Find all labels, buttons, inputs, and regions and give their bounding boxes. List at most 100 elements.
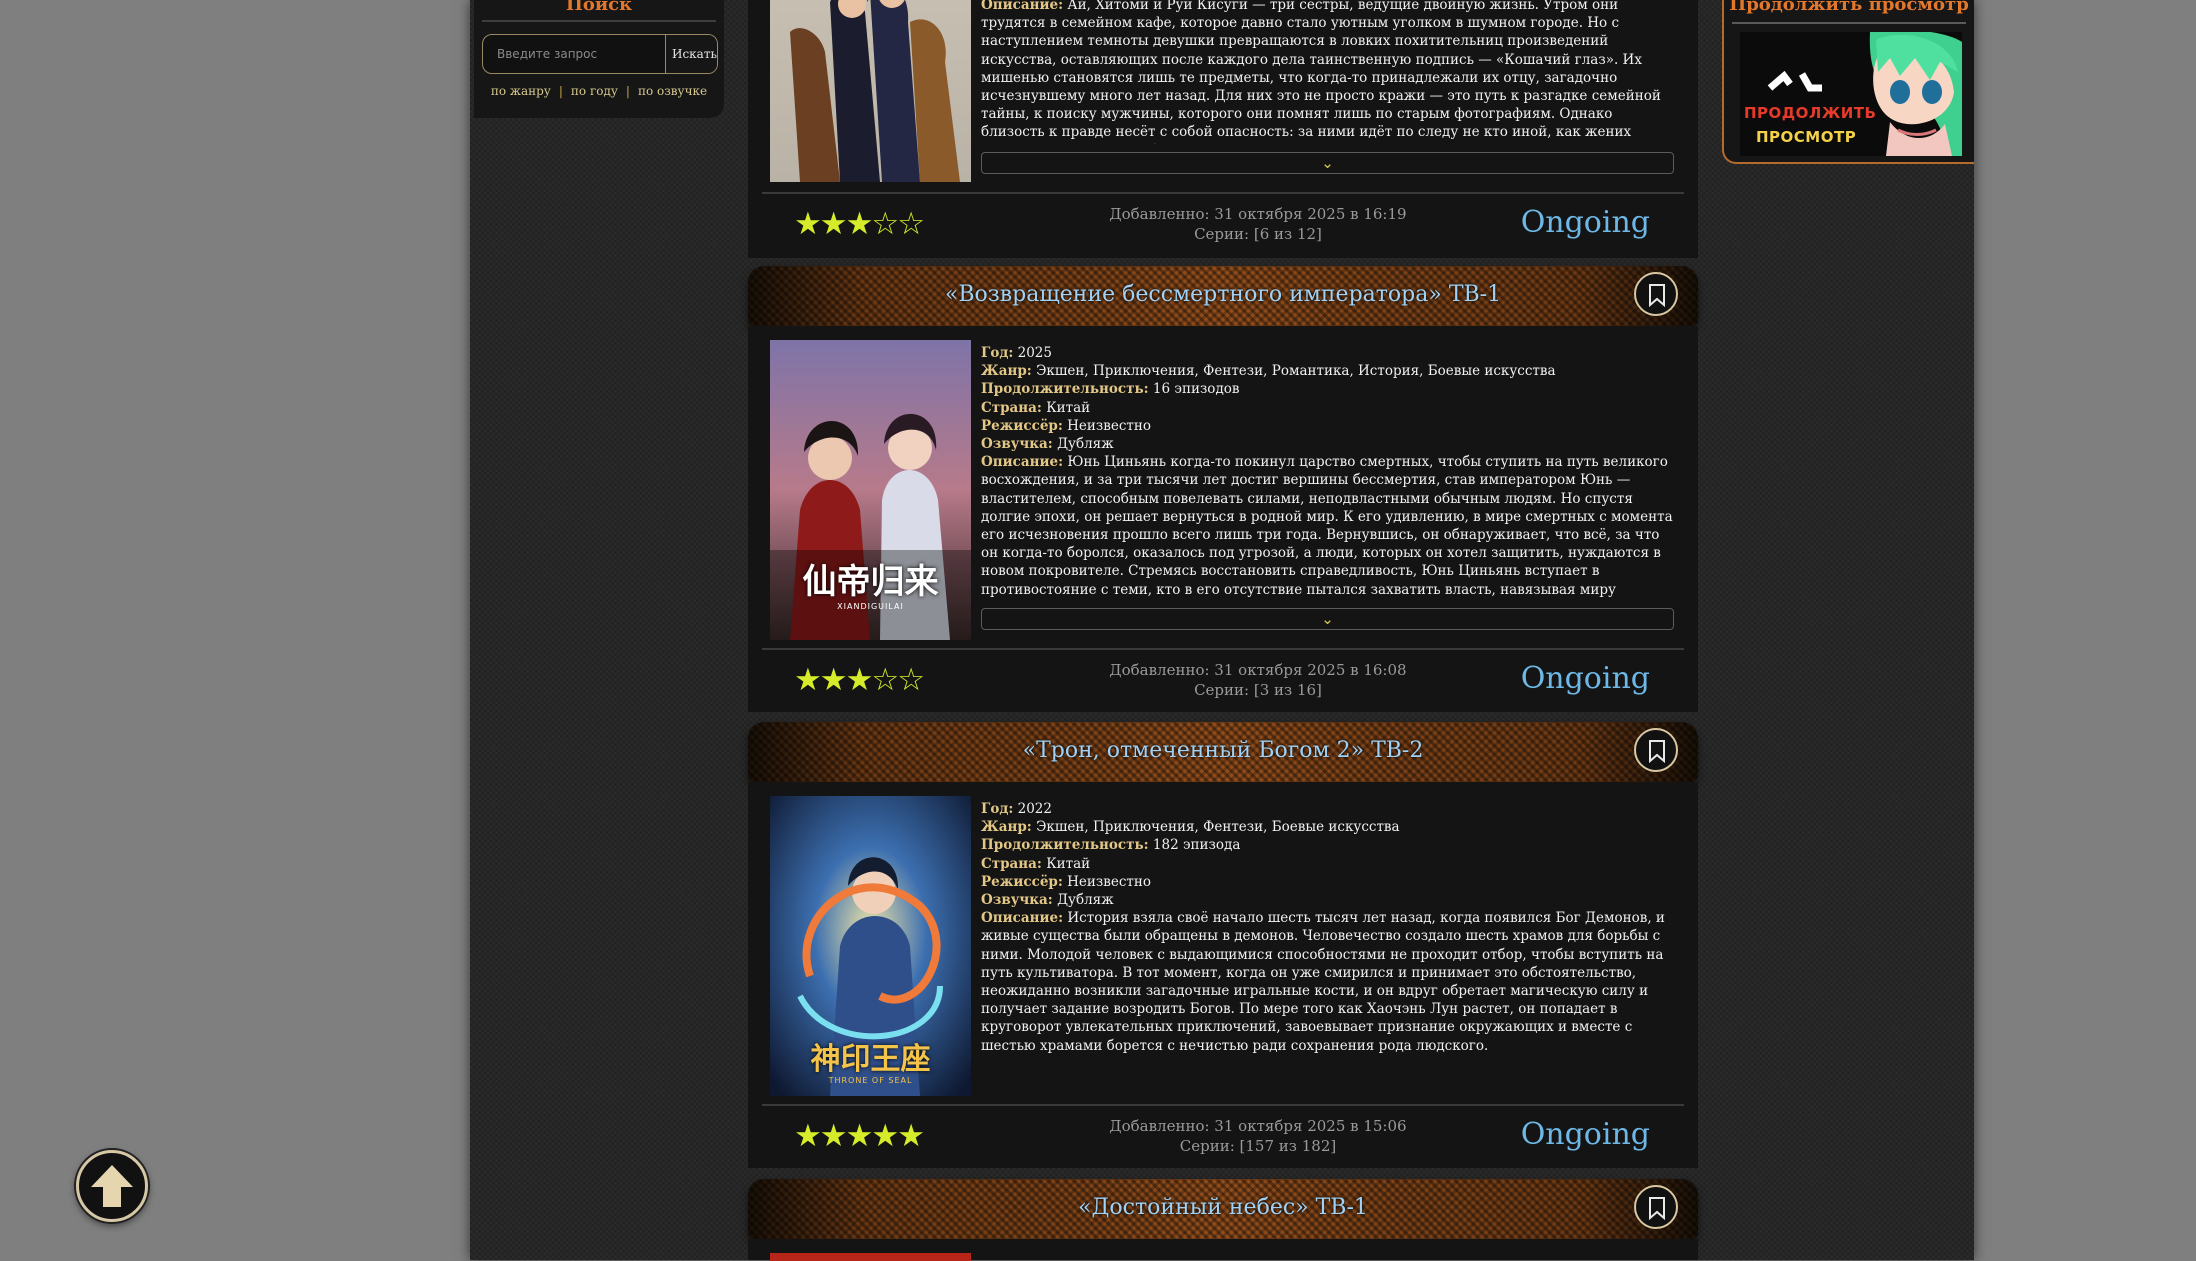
anime-title-bar: «Возвращение бессмертного императора» ТВ… xyxy=(748,266,1698,326)
anime-poster[interactable]: 神印王座 THRONE OF SEAL xyxy=(770,796,971,1096)
scroll-to-top-button[interactable] xyxy=(76,1150,148,1222)
expand-description-button[interactable]: ⌄ xyxy=(981,152,1674,174)
separator: | xyxy=(558,84,563,98)
anime-poster[interactable] xyxy=(770,0,971,182)
poster-image xyxy=(770,0,971,182)
divider xyxy=(762,192,1684,194)
anime-description: Юнь Циньянь когда-то покинул царство сме… xyxy=(981,454,1673,598)
director-value: Неизвестно xyxy=(1067,417,1152,434)
star-filled-icon[interactable]: ★ xyxy=(846,1118,874,1154)
anime-title-bar: «Достойный небес» ТВ-1 xyxy=(748,1179,1698,1239)
search-input[interactable] xyxy=(483,35,663,73)
filter-by-year-link[interactable]: по году xyxy=(571,84,618,98)
star-filled-icon[interactable]: ★ xyxy=(846,206,874,242)
continue-watching-panel: Продолжить просмотр ПРОДОЛЖИТЬ ПРОСМОТР xyxy=(1722,0,1974,164)
director-row: Режиссёр: Неизвестно xyxy=(981,417,1674,435)
search-button[interactable]: Искать xyxy=(665,35,717,73)
director-value: Неизвестно xyxy=(1067,873,1152,890)
genre-row: Жанр: Экшен, Приключения, Фентези, Роман… xyxy=(981,362,1674,380)
star-empty-icon[interactable]: ☆ xyxy=(871,662,899,698)
anime-info: Год: 2025 Жанр: Экшен, Приключения, Фент… xyxy=(981,344,1674,599)
separator: | xyxy=(625,84,630,98)
anime-card xyxy=(748,1239,1698,1261)
star-filled-icon[interactable]: ★ xyxy=(820,662,848,698)
added-info: Добавленно: 31 октября 2025 в 15:06 Сери… xyxy=(1078,1116,1438,1156)
expand-description-button[interactable]: ⌄ xyxy=(981,608,1674,630)
status-label: Ongoing xyxy=(1520,1117,1650,1152)
anime-title-bar: «Трон, отмеченный Богом 2» ТВ-2 xyxy=(748,722,1698,782)
anime-description: Ай, Хитоми и Руи Кисуги — три сестры, ве… xyxy=(981,0,1661,144)
director-row: Режиссёр: Неизвестно xyxy=(981,873,1674,891)
anime-title-link[interactable]: «Возвращение бессмертного императора» ТВ… xyxy=(748,280,1698,310)
star-filled-icon[interactable]: ★ xyxy=(820,206,848,242)
star-empty-icon[interactable]: ☆ xyxy=(897,206,925,242)
star-empty-icon[interactable]: ☆ xyxy=(897,662,925,698)
continue-watching-title: Продолжить просмотр xyxy=(1729,0,1969,15)
bookmark-icon xyxy=(1649,284,1665,307)
label-country: Страна: xyxy=(981,399,1042,416)
rating-stars[interactable]: ★★★☆☆ xyxy=(794,206,925,242)
genre-value: Экшен, Приключения, Фентези, Романтика, … xyxy=(1036,363,1556,380)
anime-card: 仙帝归来 XIANDIGUILAI Год: 2025 Жанр: Экшен,… xyxy=(748,326,1698,712)
star-filled-icon[interactable]: ★ xyxy=(897,1118,925,1154)
duration-row: Продолжительность: 16 эпизодов xyxy=(981,380,1674,398)
star-filled-icon[interactable]: ★ xyxy=(794,206,822,242)
anime-title-link[interactable]: «Трон, отмеченный Богом 2» ТВ-2 xyxy=(748,736,1698,766)
year-value: 2022 xyxy=(1017,801,1052,817)
duration-value: 16 эпизодов xyxy=(1152,381,1240,398)
year-value: 2025 xyxy=(1017,345,1052,361)
label-director: Режиссёр: xyxy=(981,873,1063,890)
added-date: Добавленно: 31 октября 2025 в 16:19 xyxy=(1109,205,1407,223)
divider xyxy=(1732,22,1966,24)
description-row: Описание: История взяла своё начало шест… xyxy=(981,909,1674,1055)
poster-subtitle: THRONE OF SEAL xyxy=(828,1076,913,1085)
filter-by-genre-link[interactable]: по жанру xyxy=(491,84,551,98)
star-filled-icon[interactable]: ★ xyxy=(871,1118,899,1154)
search-filters: по жанру | по году | по озвучке xyxy=(474,84,724,98)
duration-row: Продолжительность: 182 эпизода xyxy=(981,836,1674,854)
anime-poster[interactable]: 仙帝归来 XIANDIGUILAI xyxy=(770,340,971,640)
added-info: Добавленно: 31 октября 2025 в 16:19 Сери… xyxy=(1078,204,1438,244)
label-country: Страна: xyxy=(981,855,1042,872)
divider xyxy=(482,20,716,22)
label-dub: Озвучка: xyxy=(981,436,1053,453)
label-description: Описание: xyxy=(981,0,1064,13)
bookmark-button[interactable] xyxy=(1634,1185,1678,1229)
rating-stars[interactable]: ★★★★★ xyxy=(794,1118,925,1154)
description-row: Описание: Юнь Циньянь когда-то покинул ц… xyxy=(981,453,1674,599)
star-filled-icon[interactable]: ★ xyxy=(820,1118,848,1154)
label-genre: Жанр: xyxy=(981,819,1032,836)
genre-value: Экшен, Приключения, Фентези, Боевые иску… xyxy=(1036,819,1400,836)
added-date: Добавленно: 31 октября 2025 в 16:08 xyxy=(1109,661,1407,679)
episode-count: Серии: [3 из 16] xyxy=(1194,681,1322,699)
star-filled-icon[interactable]: ★ xyxy=(794,662,822,698)
label-description: Описание: xyxy=(981,910,1064,927)
country-value: Китай xyxy=(1046,855,1091,872)
anime-info: Описание: Ай, Хитоми и Руи Кисуги — три … xyxy=(981,0,1674,144)
bookmark-button[interactable] xyxy=(1634,272,1678,316)
status-label: Ongoing xyxy=(1520,205,1650,240)
dub-row: Озвучка: Дубляж xyxy=(981,435,1674,453)
label-duration: Продолжительность: xyxy=(981,381,1149,398)
dub-row: Озвучка: Дубляж xyxy=(981,891,1674,909)
bookmark-button[interactable] xyxy=(1634,728,1678,772)
star-filled-icon[interactable]: ★ xyxy=(846,662,874,698)
chevron-down-icon: ⌄ xyxy=(1321,154,1334,172)
star-filled-icon[interactable]: ★ xyxy=(794,1118,822,1154)
anime-title-link[interactable]: «Достойный небес» ТВ-1 xyxy=(748,1193,1698,1223)
year-row: Год: 2022 xyxy=(981,800,1674,818)
label-year: Год: xyxy=(981,801,1014,817)
banner-text-line2: ПРОСМОТР xyxy=(1756,128,1857,146)
anime-card: 神印王座 THRONE OF SEAL Год: 2022 Жанр: Экше… xyxy=(748,782,1698,1168)
bookmark-icon xyxy=(1649,740,1665,763)
added-info: Добавленно: 31 октября 2025 в 16:08 Сери… xyxy=(1078,660,1438,700)
dub-value: Дубляж xyxy=(1057,892,1114,909)
label-description: Описание: xyxy=(981,454,1064,471)
country-value: Китай xyxy=(1046,399,1091,416)
continue-watching-banner[interactable]: ПРОДОЛЖИТЬ ПРОСМОТР xyxy=(1740,32,1962,156)
filter-by-dub-link[interactable]: по озвучке xyxy=(638,84,707,98)
star-empty-icon[interactable]: ☆ xyxy=(871,206,899,242)
arrow-up-icon xyxy=(91,1165,133,1207)
divider xyxy=(762,648,1684,650)
rating-stars[interactable]: ★★★☆☆ xyxy=(794,662,925,698)
